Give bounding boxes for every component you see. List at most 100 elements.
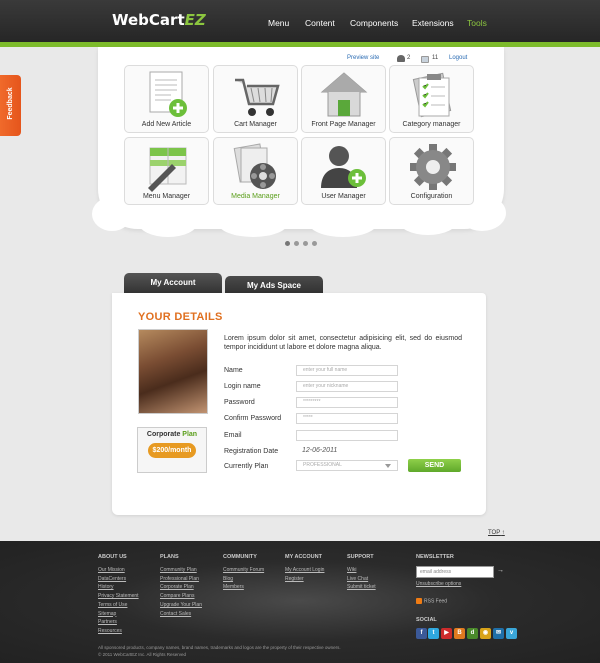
utility-bar: Preview site 2 11 Logout — [0, 55, 600, 65]
pager-dot-2[interactable] — [294, 241, 299, 246]
vimeo-icon[interactable]: v — [506, 628, 517, 639]
confirm-password-field[interactable]: ***** — [296, 413, 398, 424]
users-icon[interactable] — [397, 55, 405, 62]
avatar[interactable] — [138, 329, 208, 414]
name-field[interactable]: enter your full name — [296, 365, 398, 376]
unsubscribe-link[interactable]: Unsubscribe options — [416, 581, 461, 587]
tile-configuration[interactable]: Configuration — [389, 137, 474, 205]
blogger-icon[interactable]: B — [454, 628, 465, 639]
preview-site-link[interactable]: Preview site — [347, 55, 379, 61]
pager-dot-3[interactable] — [303, 241, 308, 246]
rss-feed-link[interactable]: RSS Feed — [416, 598, 447, 604]
legal-text: All sponsored products, company names, b… — [98, 644, 341, 658]
confirm-password-label: Confirm Password — [224, 415, 282, 422]
password-field[interactable]: ********* — [296, 397, 398, 408]
footer-column-plans: PLANS Community Plan Professional Plan C… — [160, 554, 202, 618]
nav-content[interactable]: Content — [305, 18, 335, 28]
footer-link[interactable]: My Account Login — [285, 566, 324, 575]
footer-link[interactable]: Compare Plans — [160, 592, 202, 601]
nav-extensions[interactable]: Extensions — [412, 18, 454, 28]
menu-manager-icon — [147, 147, 186, 192]
rss-share-icon[interactable]: ◉ — [480, 628, 491, 639]
logout-link[interactable]: Logout — [449, 55, 467, 61]
nav-menu[interactable]: Menu — [268, 18, 289, 28]
footer-link[interactable]: DataCenters — [98, 575, 139, 584]
plan-title-word1: Corporate — [146, 431, 181, 438]
cloud-bump — [218, 209, 288, 237]
footer-link[interactable]: Partners — [98, 618, 139, 627]
rss-icon — [416, 598, 422, 604]
plan-box[interactable]: Corporate Plan $200/month — [137, 427, 207, 473]
newsletter-email-input[interactable]: email address — [416, 566, 494, 578]
tile-add-new-article[interactable]: Add New Article — [124, 65, 209, 133]
footer-link[interactable]: Community Plan — [160, 566, 202, 575]
footer-link[interactable]: Blog — [223, 575, 264, 584]
footer-link[interactable]: Live Chat — [347, 575, 376, 584]
rss-label: RSS Feed — [424, 598, 448, 605]
messages-icon[interactable] — [421, 56, 429, 63]
footer-link[interactable]: Community Forum — [223, 566, 264, 575]
tile-label: Configuration — [410, 193, 453, 200]
intro-text: Lorem ipsum dolor sit amet, consectetur … — [224, 335, 462, 351]
footer-link[interactable]: Upgrade Your Plan — [160, 601, 202, 610]
tile-menu-manager[interactable]: Menu Manager — [124, 137, 209, 205]
registration-date-label: Registration Date — [224, 448, 279, 455]
back-to-top-link[interactable]: TOP ↑ — [488, 530, 505, 536]
nav-tools[interactable]: Tools — [467, 18, 487, 28]
footer-link[interactable]: Members — [223, 583, 264, 592]
arrow-up-icon: ↑ — [501, 530, 505, 536]
top-link-label: TOP — [488, 530, 501, 536]
footer-link[interactable]: Contact Sales — [160, 610, 202, 619]
tile-cart-manager[interactable]: Cart Manager — [213, 65, 298, 133]
nav-components[interactable]: Components — [350, 18, 398, 28]
tile-category-manager[interactable]: Category manager — [389, 65, 474, 133]
footer-link[interactable]: Sitemap — [98, 610, 139, 619]
footer-link[interactable]: Our Mission — [98, 566, 139, 575]
footer-link[interactable]: Privacy Statement — [98, 592, 139, 601]
footer-heading: MY ACCOUNT — [285, 554, 322, 560]
email-field[interactable] — [296, 430, 398, 441]
newsletter-submit-arrow-icon[interactable]: → — [497, 567, 504, 574]
tile-label: Media Manager — [231, 193, 280, 200]
pager-dot-1[interactable] — [285, 241, 290, 246]
tile-front-page-manager[interactable]: Front Page Manager — [301, 65, 386, 133]
login-label: Login name — [224, 383, 261, 390]
plan-price-badge: $200/month — [148, 443, 196, 458]
tile-media-manager[interactable]: Media Manager — [213, 137, 298, 205]
feedback-label: Feedback — [7, 87, 14, 120]
plan-title: Corporate Plan — [138, 431, 206, 438]
plan-select[interactable]: PROFESSIONAL — [296, 460, 398, 471]
footer-link[interactable]: Professional Plan — [160, 575, 202, 584]
footer-link[interactable]: Corporate Plan — [160, 583, 202, 592]
footer-column-my-account: MY ACCOUNT My Account Login Register — [285, 554, 324, 583]
messages-count: 11 — [432, 55, 439, 61]
users-count: 2 — [407, 55, 411, 61]
digg-icon[interactable]: ✉ — [493, 628, 504, 639]
login-field[interactable]: enter your nickname — [296, 381, 398, 392]
footer-link[interactable]: Wiki — [347, 566, 376, 575]
footer-heading: PLANS — [160, 554, 179, 560]
pager-dot-4[interactable] — [312, 241, 317, 246]
footer-link[interactable]: Resources — [98, 627, 139, 636]
facebook-icon[interactable]: f — [416, 628, 427, 639]
tile-label: Category manager — [402, 121, 461, 128]
footer-link[interactable]: Register — [285, 575, 324, 584]
footer-heading: ABOUT US — [98, 554, 127, 560]
youtube-icon[interactable]: ▶ — [441, 628, 452, 639]
add-user-icon — [320, 146, 366, 188]
cloud-bump — [398, 205, 458, 235]
legal-line-2: © 2011 WebCartEZ Inc. All Rights Reserve… — [98, 651, 341, 658]
send-button[interactable]: SEND — [408, 459, 461, 472]
newsletter-heading-wrap: NEWSLETTER — [416, 554, 454, 566]
feedback-tab[interactable]: Feedback — [0, 75, 21, 136]
twitter-icon[interactable]: t — [428, 628, 439, 639]
footer-link[interactable]: History — [98, 583, 139, 592]
footer-link[interactable]: Terms of Use — [98, 601, 139, 610]
delicious-icon[interactable]: d — [467, 628, 478, 639]
tab-my-account[interactable]: My Account — [124, 273, 222, 293]
footer-link[interactable]: Submit ticket — [347, 583, 376, 592]
social-heading: SOCIAL — [416, 617, 437, 623]
tile-user-manager[interactable]: User Manager — [301, 137, 386, 205]
registration-date-value: 12-06-2011 — [302, 447, 338, 454]
newsletter-heading: NEWSLETTER — [416, 554, 454, 560]
